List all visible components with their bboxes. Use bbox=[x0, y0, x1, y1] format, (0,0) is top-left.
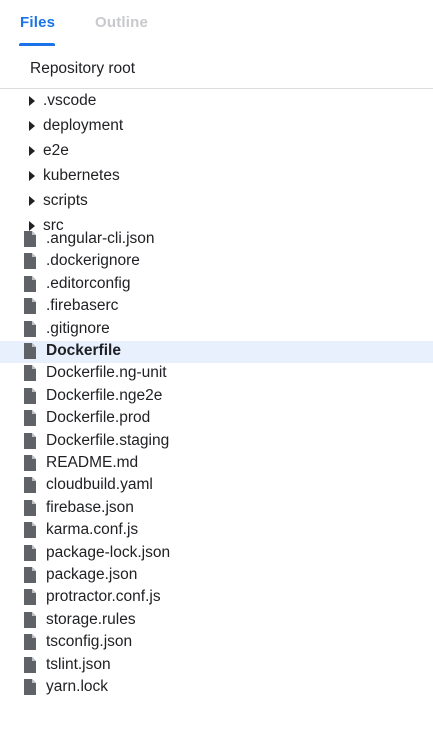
file-row-angular-cli-json[interactable]: .angular-cli.json bbox=[0, 229, 433, 251]
file-label: yarn.lock bbox=[46, 678, 109, 695]
file-row-cloudbuild-yaml[interactable]: cloudbuild.yaml bbox=[0, 475, 433, 497]
file-icon bbox=[24, 522, 36, 538]
file-label: Dockerfile.nge2e bbox=[46, 387, 163, 404]
file-row-dockerfile-ng-unit[interactable]: Dockerfile.ng-unit bbox=[0, 363, 433, 385]
file-row-readme-md[interactable]: README.md bbox=[0, 453, 433, 475]
file-row-karma-conf-js[interactable]: karma.conf.js bbox=[0, 520, 433, 542]
file-row-dockerignore[interactable]: .dockerignore bbox=[0, 251, 433, 273]
file-row-dockerfile[interactable]: Dockerfile bbox=[0, 341, 433, 363]
folder-label: e2e bbox=[43, 142, 69, 159]
file-icon bbox=[24, 365, 36, 381]
file-label: .angular-cli.json bbox=[46, 230, 155, 247]
file-icon bbox=[24, 589, 36, 605]
caret-right-icon[interactable] bbox=[29, 121, 35, 131]
file-row-dockerfile-staging[interactable]: Dockerfile.staging bbox=[0, 431, 433, 453]
file-label: Dockerfile.prod bbox=[46, 409, 151, 426]
file-icon bbox=[24, 657, 36, 673]
file-icon bbox=[24, 343, 36, 359]
file-icon bbox=[24, 410, 36, 426]
file-icon bbox=[24, 500, 36, 516]
folder-row-deployment[interactable]: deployment bbox=[0, 116, 433, 138]
folder-row-kubernetes[interactable]: kubernetes bbox=[0, 166, 433, 188]
file-row-firebase-json[interactable]: firebase.json bbox=[0, 498, 433, 520]
active-tab-indicator bbox=[19, 43, 55, 46]
file-icon bbox=[24, 545, 36, 561]
file-label: Dockerfile.ng-unit bbox=[46, 364, 167, 381]
file-row-storage-rules[interactable]: storage.rules bbox=[0, 610, 433, 632]
file-row-tsconfig-json[interactable]: tsconfig.json bbox=[0, 632, 433, 654]
file-label: tslint.json bbox=[46, 656, 111, 673]
file-label: cloudbuild.yaml bbox=[46, 476, 153, 493]
caret-right-icon[interactable] bbox=[29, 96, 35, 106]
file-icon bbox=[24, 477, 36, 493]
folder-row-e2e[interactable]: e2e bbox=[0, 141, 433, 163]
caret-right-icon[interactable] bbox=[29, 171, 35, 181]
file-row-dockerfile-nge2e[interactable]: Dockerfile.nge2e bbox=[0, 386, 433, 408]
file-label: package.json bbox=[46, 566, 138, 583]
file-label: Dockerfile bbox=[46, 342, 121, 359]
repository-root-row[interactable]: Repository root bbox=[0, 54, 433, 89]
file-label: .editorconfig bbox=[46, 275, 131, 292]
file-label: .dockerignore bbox=[46, 252, 140, 269]
folder-row-scripts[interactable]: scripts bbox=[0, 191, 433, 213]
file-icon bbox=[24, 433, 36, 449]
folder-row-vscode[interactable]: .vscode bbox=[0, 91, 433, 113]
file-icon bbox=[24, 455, 36, 471]
file-row-gitignore[interactable]: .gitignore bbox=[0, 319, 433, 341]
file-label: .firebaserc bbox=[46, 297, 119, 314]
file-icon bbox=[24, 231, 36, 247]
file-icon bbox=[24, 567, 36, 583]
file-row-package-json[interactable]: package.json bbox=[0, 565, 433, 587]
file-label: README.md bbox=[46, 454, 139, 471]
file-label: firebase.json bbox=[46, 499, 134, 516]
repository-root-label: Repository root bbox=[30, 60, 136, 77]
folder-label: kubernetes bbox=[43, 167, 120, 184]
folder-label: scripts bbox=[43, 192, 88, 209]
caret-right-icon[interactable] bbox=[29, 196, 35, 206]
file-label: Dockerfile.staging bbox=[46, 432, 170, 449]
file-row-package-lock-json[interactable]: package-lock.json bbox=[0, 543, 433, 565]
file-row-protractor-conf-js[interactable]: protractor.conf.js bbox=[0, 587, 433, 609]
tab-bar: Files Outline bbox=[0, 0, 433, 46]
file-row-firebaserc[interactable]: .firebaserc bbox=[0, 296, 433, 318]
file-row-yarn-lock[interactable]: yarn.lock bbox=[0, 677, 433, 699]
file-icon bbox=[24, 298, 36, 314]
file-icon bbox=[24, 679, 36, 695]
file-icon bbox=[24, 612, 36, 628]
file-label: protractor.conf.js bbox=[46, 588, 161, 605]
caret-right-icon[interactable] bbox=[29, 146, 35, 156]
file-row-tslint-json[interactable]: tslint.json bbox=[0, 655, 433, 677]
file-icon bbox=[24, 388, 36, 404]
file-label: karma.conf.js bbox=[46, 521, 139, 538]
file-label: .gitignore bbox=[46, 320, 110, 337]
file-icon bbox=[24, 253, 36, 269]
tab-outline[interactable]: Outline bbox=[95, 14, 148, 31]
file-label: tsconfig.json bbox=[46, 633, 133, 650]
tab-files[interactable]: Files bbox=[20, 14, 55, 31]
file-icon bbox=[24, 321, 36, 337]
file-row-dockerfile-prod[interactable]: Dockerfile.prod bbox=[0, 408, 433, 430]
file-icon bbox=[24, 634, 36, 650]
folder-label: deployment bbox=[43, 117, 124, 134]
file-label: storage.rules bbox=[46, 611, 136, 628]
file-icon bbox=[24, 276, 36, 292]
file-label: package-lock.json bbox=[46, 544, 171, 561]
file-row-editorconfig[interactable]: .editorconfig bbox=[0, 274, 433, 296]
folder-label: .vscode bbox=[43, 92, 97, 109]
file-explorer-panel: Files Outline Repository root .vscode dep… bbox=[0, 0, 433, 751]
